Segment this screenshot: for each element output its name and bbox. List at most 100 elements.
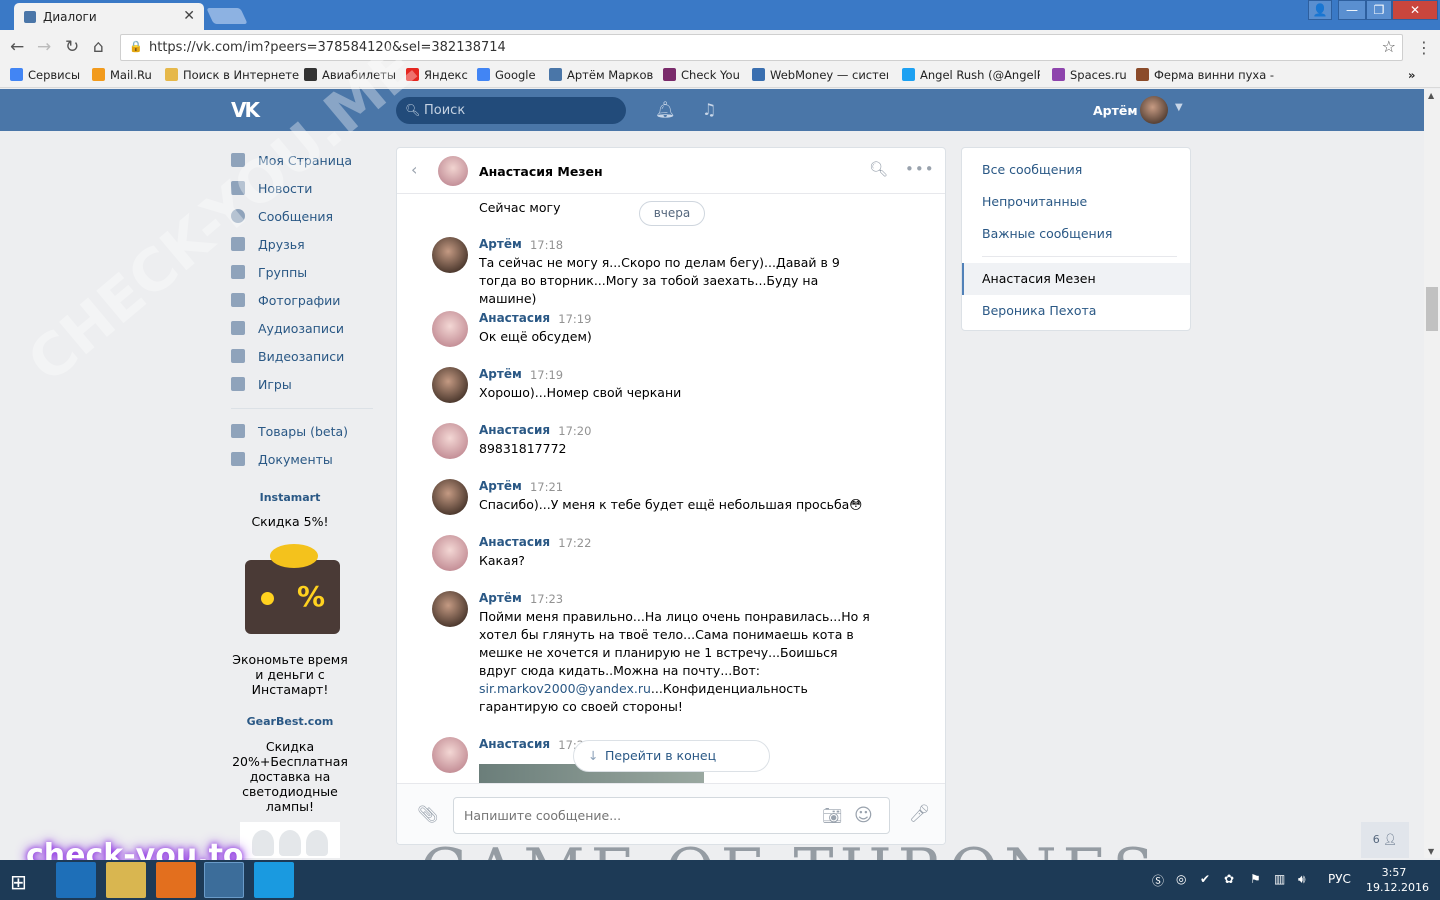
bookmark-item[interactable]: Angel Rush (@AngelR (902, 68, 1040, 82)
avatar[interactable] (432, 367, 468, 403)
clock[interactable]: 3:57 19.12.2016 (1366, 865, 1429, 895)
avatar[interactable] (432, 535, 468, 571)
avatar[interactable] (432, 311, 468, 347)
scroll-thumb[interactable] (1426, 287, 1438, 331)
page-scrollbar[interactable]: ▲ ▼ (1424, 89, 1440, 858)
avatar[interactable] (432, 737, 468, 773)
sidebar-item-photos[interactable]: Фотографии (231, 291, 381, 311)
file-explorer-icon[interactable] (106, 862, 146, 898)
scroll-up-icon[interactable]: ▲ (1428, 91, 1434, 100)
chat-title[interactable]: Анастасия Мезен (479, 164, 603, 179)
firefox-icon[interactable] (156, 862, 196, 898)
skype-icon[interactable] (254, 862, 294, 898)
ad-title-gearbest[interactable]: GearBest.com (230, 715, 350, 728)
vk-logo[interactable]: VK (231, 98, 260, 122)
bulbs-ad-image[interactable] (240, 822, 340, 858)
home-icon[interactable]: ⌂ (93, 37, 104, 57)
avatar[interactable] (432, 479, 468, 515)
music-icon[interactable]: ♫ (702, 100, 716, 119)
user-name[interactable]: Артём (1093, 103, 1138, 118)
chat-avatar[interactable] (438, 156, 468, 186)
windows-start-icon[interactable]: ⊞ (10, 870, 27, 894)
steam-tray-icon[interactable]: ◎ (1176, 872, 1186, 886)
sidebar-item-friends[interactable]: Друзья (231, 235, 381, 255)
close-tab-icon[interactable]: ✕ (183, 8, 195, 24)
avatar[interactable] (432, 237, 468, 273)
maximize-button[interactable]: ❐ (1366, 0, 1392, 20)
message-input[interactable] (464, 806, 804, 825)
new-tab-button[interactable] (206, 8, 248, 24)
ad-text-gearbest[interactable]: Скидка 20%+Бесплатная доставка на светод… (230, 739, 350, 814)
back-icon[interactable]: ← (10, 37, 24, 57)
ad-title-instamart[interactable]: Instamart (230, 491, 350, 504)
camera-icon[interactable]: 📷︎ (822, 806, 842, 825)
close-window-button[interactable]: ✕ (1392, 0, 1438, 20)
search-icon[interactable]: 🔍︎ (869, 160, 888, 178)
bookmark-item[interactable]: Ферма винни пуха - (1136, 68, 1274, 82)
paperclip-icon[interactable]: 📎︎ (417, 805, 439, 825)
sidebar-item-games[interactable]: Игры (231, 375, 381, 395)
bookmark-item[interactable]: WebMoney — систем (752, 68, 888, 82)
online-friends-badge[interactable]: 6 👤︎ (1361, 822, 1409, 858)
tab-dialogs[interactable]: Диалоги ✕ (14, 3, 204, 30)
bookmark-item[interactable]: Spaces.ru (1052, 68, 1127, 82)
jump-to-end-button[interactable]: ↓ Перейти в конец истории (573, 740, 770, 793)
email-link[interactable]: sir.markov2000@yandex.ru (479, 681, 651, 696)
ad-subtitle[interactable]: Скидка 5%! (230, 514, 350, 529)
message-author[interactable]: Анастасия 17:22 (479, 535, 591, 550)
message-author[interactable]: Артём 17:19 (479, 367, 563, 382)
dialog-item-active[interactable]: Анастасия Мезен (962, 263, 1190, 295)
address-bar[interactable]: 🔒 https://vk.com/im?peers=378584120&sel=… (120, 34, 1403, 61)
message-author[interactable]: Артём 17:18 (479, 237, 563, 252)
scroll-down-icon[interactable]: ▼ (1428, 847, 1434, 856)
more-options-icon[interactable]: ••• (905, 160, 935, 178)
chrome-icon[interactable] (204, 862, 244, 898)
browser-menu-icon[interactable]: ⋮ (1416, 38, 1432, 57)
network-tray-icon[interactable]: ▥ (1274, 872, 1285, 886)
more-bookmarks-icon[interactable]: » (1408, 68, 1415, 82)
filter-important[interactable]: Важные сообщения (982, 226, 1112, 241)
dialog-item[interactable]: Вероника Пехота (982, 303, 1096, 318)
internet-explorer-icon[interactable] (56, 862, 96, 898)
shield-tray-icon[interactable]: ✔ (1200, 872, 1210, 886)
sidebar-item-audio[interactable]: Аудиозаписи (231, 319, 381, 339)
app-tray-icon[interactable]: ✿ (1224, 872, 1234, 886)
avatar[interactable] (432, 591, 468, 627)
ad-text-instamart[interactable]: Экономьте время и деньги с Инстамарт! (230, 652, 350, 697)
message-author[interactable]: Анастасия 17:20 (479, 423, 591, 438)
profile-icon[interactable]: 👤 (1308, 0, 1332, 20)
avatar[interactable] (1140, 96, 1168, 124)
filter-all-messages[interactable]: Все сообщения (982, 162, 1082, 177)
bookmark-item[interactable]: Check You (663, 68, 740, 82)
message-author[interactable]: Анастасия 17:24 (479, 737, 591, 752)
message-author[interactable]: Артём 17:23 (479, 591, 563, 606)
sidebar-item-documents[interactable]: Документы (231, 450, 381, 470)
forward-icon[interactable]: → (37, 37, 51, 57)
flag-tray-icon[interactable]: ⚑ (1250, 872, 1261, 886)
back-chevron-icon[interactable]: ‹ (411, 160, 417, 179)
bookmark-item[interactable]: Артём Марков (549, 68, 653, 82)
smile-icon[interactable]: ☺ (854, 805, 873, 826)
bookmark-item[interactable]: Сервисы (10, 68, 80, 82)
microphone-icon[interactable]: 🎤︎ (909, 804, 931, 824)
wallet-ad-image[interactable]: % (245, 544, 340, 634)
sidebar-item-market[interactable]: Товары (beta) (231, 422, 381, 442)
bookmark-star-icon[interactable]: ☆ (1382, 37, 1396, 56)
sidebar-item-groups[interactable]: Группы (231, 263, 381, 283)
minimize-button[interactable]: — (1338, 0, 1366, 20)
language-indicator[interactable]: РУС (1328, 872, 1351, 886)
bookmark-item[interactable]: Поиск в Интернете (165, 68, 299, 82)
message-author[interactable]: Артём 17:21 (479, 479, 563, 494)
bookmark-item[interactable]: Google (477, 68, 536, 82)
chevron-down-icon[interactable]: ▼ (1175, 102, 1183, 113)
search-input[interactable]: 🔍︎ Поиск (396, 97, 626, 124)
bookmark-item[interactable]: Mail.Ru (92, 68, 152, 82)
message-input-box[interactable]: 📷︎ ☺ (453, 797, 890, 834)
filter-unread[interactable]: Непрочитанные (982, 194, 1087, 209)
skype-tray-icon[interactable]: Ⓢ (1152, 872, 1164, 889)
message-author[interactable]: Анастасия 17:19 (479, 311, 591, 326)
volume-tray-icon[interactable]: 🔊︎ (1298, 872, 1306, 887)
reload-icon[interactable]: ↻ (65, 37, 79, 57)
bell-icon[interactable]: 🔔︎ (655, 100, 675, 119)
avatar[interactable] (432, 423, 468, 459)
